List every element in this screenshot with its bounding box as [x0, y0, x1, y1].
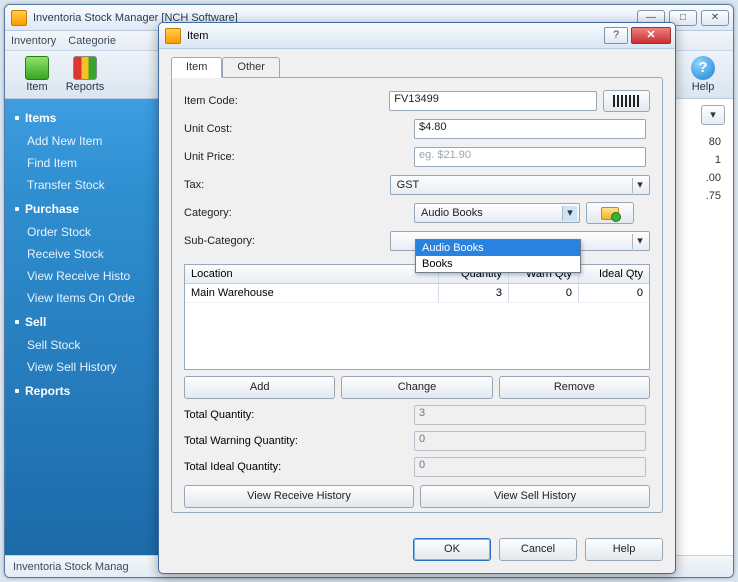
total-warn-value: 0: [414, 431, 646, 451]
unit-price-input[interactable]: eg. $21.90: [414, 147, 646, 167]
menu-inventory[interactable]: Inventory: [11, 35, 56, 47]
item-code-input[interactable]: FV13499: [389, 91, 597, 111]
help-icon: ?: [691, 56, 715, 80]
category-value: Audio Books: [421, 207, 483, 219]
label-tax: Tax:: [184, 179, 390, 191]
dialog-help-titlebar-button[interactable]: ?: [604, 27, 628, 44]
toolbar-reports-button[interactable]: Reports: [61, 56, 109, 93]
toolbar-help-button[interactable]: ? Help: [681, 56, 725, 93]
location-table: Location Quantity Warn Qty Ideal Qty Mai…: [184, 264, 650, 370]
total-ideal-value: 0: [414, 457, 646, 477]
app-icon: [11, 10, 27, 26]
dialog-titlebar: Item ? ✕: [159, 23, 675, 49]
sidebar-item-sell-stock[interactable]: Sell Stock: [5, 334, 163, 356]
view-sell-history-button[interactable]: View Sell History: [420, 485, 650, 508]
label-unit-cost: Unit Cost:: [184, 123, 414, 135]
folder-icon: [601, 207, 619, 220]
bar-chart-icon: [73, 56, 97, 80]
label-sub-category: Sub-Category:: [184, 235, 390, 247]
dialog-title: Item: [187, 30, 208, 42]
tab-item[interactable]: Item: [171, 57, 222, 78]
sidebar-item-add-new-item[interactable]: Add New Item: [5, 130, 163, 152]
dialog-icon: [165, 28, 181, 44]
label-unit-price: Unit Price:: [184, 151, 414, 163]
category-option-books[interactable]: Books: [416, 256, 580, 272]
help-button[interactable]: Help: [585, 538, 663, 561]
toolbar-reports-label: Reports: [61, 81, 109, 93]
change-button[interactable]: Change: [341, 376, 492, 399]
table-row[interactable]: Main Warehouse 3 0 0: [185, 284, 649, 303]
toolbar-item-label: Item: [13, 81, 61, 93]
chevron-down-icon: ▾: [632, 234, 647, 249]
tax-select[interactable]: GST ▾: [390, 175, 650, 195]
label-category: Category:: [184, 207, 414, 219]
remove-button[interactable]: Remove: [499, 376, 650, 399]
menu-categories[interactable]: Categorie: [68, 35, 116, 47]
dialog-tabstrip: Item Other: [171, 57, 663, 78]
sidebar-item-view-receive-history[interactable]: View Receive Histo: [5, 265, 163, 287]
cancel-button[interactable]: Cancel: [499, 538, 577, 561]
label-item-code: Item Code:: [184, 95, 389, 107]
view-receive-history-button[interactable]: View Receive History: [184, 485, 414, 508]
label-total-ideal: Total Ideal Quantity:: [184, 461, 414, 473]
tab-other[interactable]: Other: [222, 57, 280, 78]
sidebar-group-sell[interactable]: Sell: [5, 309, 163, 334]
category-option-audio-books[interactable]: Audio Books: [416, 240, 580, 256]
toolbar-help-label: Help: [681, 81, 725, 93]
sidebar-item-view-items-on-order[interactable]: View Items On Orde: [5, 287, 163, 309]
category-dropdown-list[interactable]: Audio Books Books: [415, 239, 581, 273]
content-values: 80 1 .00 .75: [706, 133, 721, 205]
sidebar-item-receive-stock[interactable]: Receive Stock: [5, 243, 163, 265]
chevron-down-icon: ▾: [632, 178, 647, 193]
statusbar-text: Inventoria Stock Manag: [13, 561, 129, 573]
chevron-down-icon: ▾: [562, 206, 577, 221]
sidebar-group-purchase[interactable]: Purchase: [5, 196, 163, 221]
toolbar-item-button[interactable]: Item: [13, 56, 61, 93]
add-button[interactable]: Add: [184, 376, 335, 399]
sidebar-item-find-item[interactable]: Find Item: [5, 152, 163, 174]
tab-panel-item: Item Code: FV13499 Unit Cost: $4.80 Unit…: [171, 77, 663, 513]
unit-cost-input[interactable]: $4.80: [414, 119, 646, 139]
label-total-warn: Total Warning Quantity:: [184, 435, 414, 447]
category-browse-button[interactable]: [586, 202, 634, 224]
sidebar-group-items[interactable]: Items: [5, 105, 163, 130]
dialog-footer: OK Cancel Help: [159, 528, 675, 573]
plus-icon: [25, 56, 49, 80]
category-select[interactable]: Audio Books ▾: [414, 203, 580, 223]
sidebar: Items Add New Item Find Item Transfer St…: [5, 99, 163, 555]
total-qty-value: 3: [414, 405, 646, 425]
ok-button[interactable]: OK: [413, 538, 491, 561]
sidebar-group-reports[interactable]: Reports: [5, 378, 163, 403]
label-total-qty: Total Quantity:: [184, 409, 414, 421]
sidebar-item-order-stock[interactable]: Order Stock: [5, 221, 163, 243]
sidebar-item-transfer-stock[interactable]: Transfer Stock: [5, 174, 163, 196]
close-button[interactable]: ✕: [701, 10, 729, 26]
content-dropdown-toggle[interactable]: ▾: [701, 105, 725, 125]
item-dialog: Item ? ✕ Item Other Item Code: FV13499 U…: [158, 22, 676, 574]
sidebar-item-view-sell-history[interactable]: View Sell History: [5, 356, 163, 378]
dialog-close-button[interactable]: ✕: [631, 27, 671, 44]
barcode-icon: [613, 95, 641, 107]
tax-value: GST: [397, 179, 420, 191]
col-ideal-qty[interactable]: Ideal Qty: [579, 265, 649, 283]
col-location[interactable]: Location: [185, 265, 439, 283]
barcode-button[interactable]: [603, 90, 650, 112]
